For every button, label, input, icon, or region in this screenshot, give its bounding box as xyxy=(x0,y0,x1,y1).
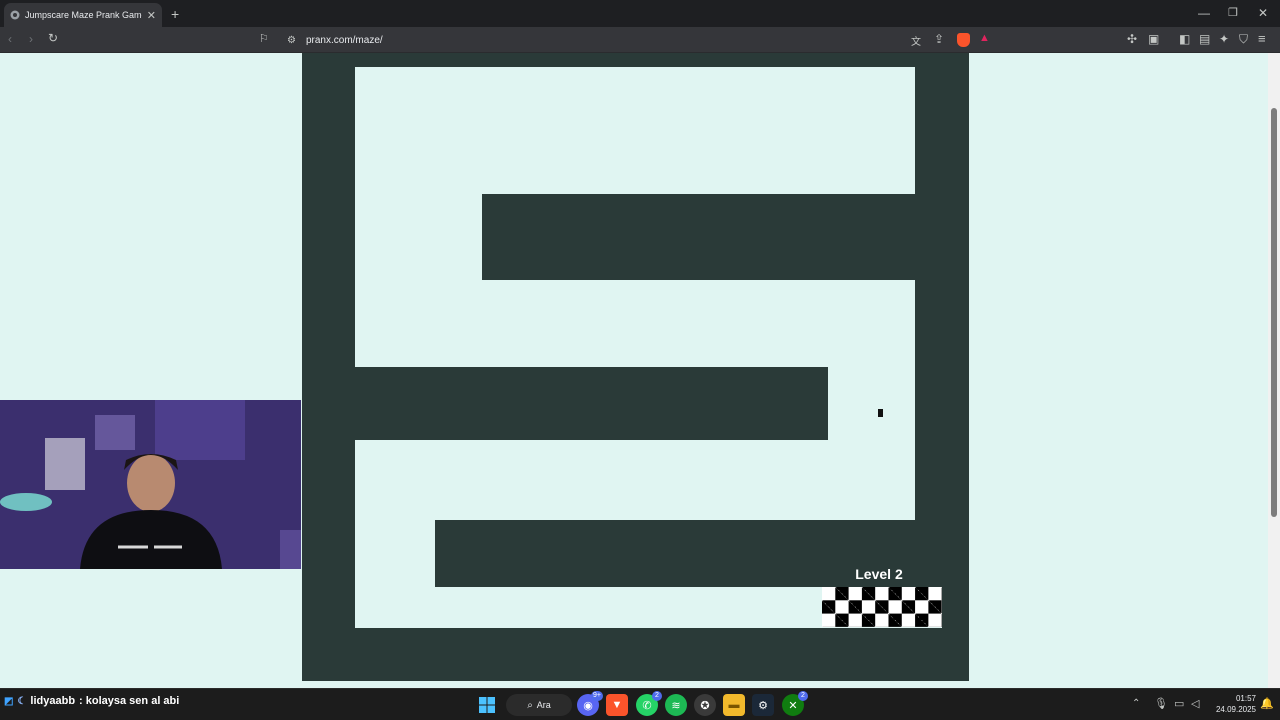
scrollbar-thumb[interactable] xyxy=(1271,108,1277,517)
twitch-icon: ◩ xyxy=(4,695,14,707)
url-text[interactable]: pranx.com/maze/ xyxy=(306,35,383,46)
spotify-icon: ≋ xyxy=(671,699,681,712)
leo-ai-icon[interactable]: ✦ xyxy=(1219,32,1229,46)
page-viewport: Level 2 xyxy=(0,53,1280,688)
search-icon: ⌕ xyxy=(527,699,533,711)
xbox-taskbar-button[interactable]: ✕ 2 xyxy=(782,691,808,716)
xbox-icon: ✕ xyxy=(788,699,798,712)
tab-active[interactable]: Jumpscare Maze Prank Game O ✕ xyxy=(4,3,162,27)
browser-toolbar: ‹ › ↻ ⚐ ⚙ pranx.com/maze/ 文 ⇪ ▲ ✣ ▣ ◧ ▤ … xyxy=(0,27,1280,53)
xbox-badge: 2 xyxy=(798,691,808,701)
forward-icon[interactable]: › xyxy=(29,32,33,46)
window-close-icon[interactable]: ✕ xyxy=(1258,6,1268,20)
extensions-icon[interactable]: ✣ xyxy=(1127,32,1137,46)
clock-date: 24.09.2025 xyxy=(1215,705,1256,714)
brave-rewards-icon[interactable]: ▲ xyxy=(979,32,990,44)
reload-icon[interactable]: ↻ xyxy=(48,31,58,45)
site-favicon-icon xyxy=(10,10,20,20)
network-icon[interactable]: ▭ xyxy=(1174,697,1184,710)
whatsapp-icon: ✆ xyxy=(642,699,652,712)
clock[interactable]: 01:57 24.09.2025 xyxy=(1208,693,1256,715)
app-icon: ✪ xyxy=(700,699,710,712)
vpn-icon[interactable]: ⛉ xyxy=(1239,32,1248,47)
menu-icon[interactable]: ≡ xyxy=(1258,31,1266,46)
windows-icon xyxy=(479,697,495,713)
volume-icon[interactable]: ◁ xyxy=(1191,697,1199,710)
microphone-icon[interactable]: 🎙 xyxy=(1154,697,1168,710)
brave-shields-icon[interactable] xyxy=(957,33,970,47)
bookmark-icon[interactable]: ⚐ xyxy=(259,32,269,45)
wallet-icon[interactable]: ▤ xyxy=(1199,32,1210,46)
sidebar-icon[interactable]: ◧ xyxy=(1179,32,1190,46)
player-cursor[interactable] xyxy=(878,409,883,417)
streamer-webcam-image xyxy=(0,400,301,569)
tab-title: Jumpscare Maze Prank Game O xyxy=(25,10,142,20)
translate-icon[interactable]: 文 xyxy=(911,33,921,48)
discord-badge: 9+ xyxy=(591,691,603,701)
maze-path xyxy=(355,67,915,194)
address-bar[interactable]: ⚙ pranx.com/maze/ xyxy=(279,30,1003,50)
brave-icon: ▼ xyxy=(611,699,623,711)
new-tab-icon[interactable]: + xyxy=(171,6,179,22)
whatsapp-taskbar-button[interactable]: ✆ 2 xyxy=(636,691,662,716)
tab-strip: Jumpscare Maze Prank Game O ✕ + — ❐ ✕ xyxy=(0,0,1280,27)
tab-close-icon[interactable]: ✕ xyxy=(147,9,156,22)
moon-icon: ☾ xyxy=(17,695,27,707)
cast-icon[interactable]: ▣ xyxy=(1148,32,1159,46)
steam-icon: ⚙ xyxy=(758,699,768,712)
restore-icon[interactable]: ❐ xyxy=(1228,6,1238,19)
search-label: Ara xyxy=(536,700,551,710)
chat-overlay: ◩ ☾ lidyaabb : kolaysa sen al abi xyxy=(4,695,179,707)
maze-board[interactable]: Level 2 xyxy=(302,53,969,681)
steam-taskbar-button[interactable]: ⚙ xyxy=(752,694,774,716)
file-explorer-taskbar-button[interactable]: ▬ xyxy=(723,694,745,716)
share-icon[interactable]: ⇪ xyxy=(934,32,944,46)
chat-username: lidyaabb xyxy=(30,695,76,707)
notifications-icon[interactable]: 🔔 xyxy=(1260,697,1274,710)
site-info-icon[interactable]: ⚙ xyxy=(287,35,296,46)
discord-icon: ◉ xyxy=(583,699,593,712)
taskbar: ◩ ☾ lidyaabb : kolaysa sen al abi ⌕ Ara … xyxy=(0,688,1280,720)
discord-taskbar-button[interactable]: ◉ 9+ xyxy=(577,691,603,716)
maze-path xyxy=(355,440,915,520)
back-icon[interactable]: ‹ xyxy=(8,32,12,46)
page-scrollbar[interactable] xyxy=(1268,53,1280,688)
chat-message: : kolaysa sen al abi xyxy=(79,695,180,707)
clock-time: 01:57 xyxy=(1235,694,1256,703)
tray-overflow-icon[interactable]: ⌃ xyxy=(1132,698,1140,709)
minimize-icon[interactable]: — xyxy=(1198,6,1210,20)
finish-zone[interactable] xyxy=(822,587,942,627)
spotify-taskbar-button[interactable]: ≋ xyxy=(665,694,687,716)
app-taskbar-button[interactable]: ✪ xyxy=(694,694,716,716)
level-label: Level 2 xyxy=(855,566,903,582)
folder-icon: ▬ xyxy=(728,699,740,711)
whatsapp-badge: 2 xyxy=(652,691,662,701)
taskbar-search[interactable]: ⌕ Ara xyxy=(506,694,572,716)
webcam-overlay xyxy=(0,400,301,569)
start-button[interactable] xyxy=(476,694,498,716)
brave-taskbar-button[interactable]: ▼ xyxy=(606,694,628,716)
